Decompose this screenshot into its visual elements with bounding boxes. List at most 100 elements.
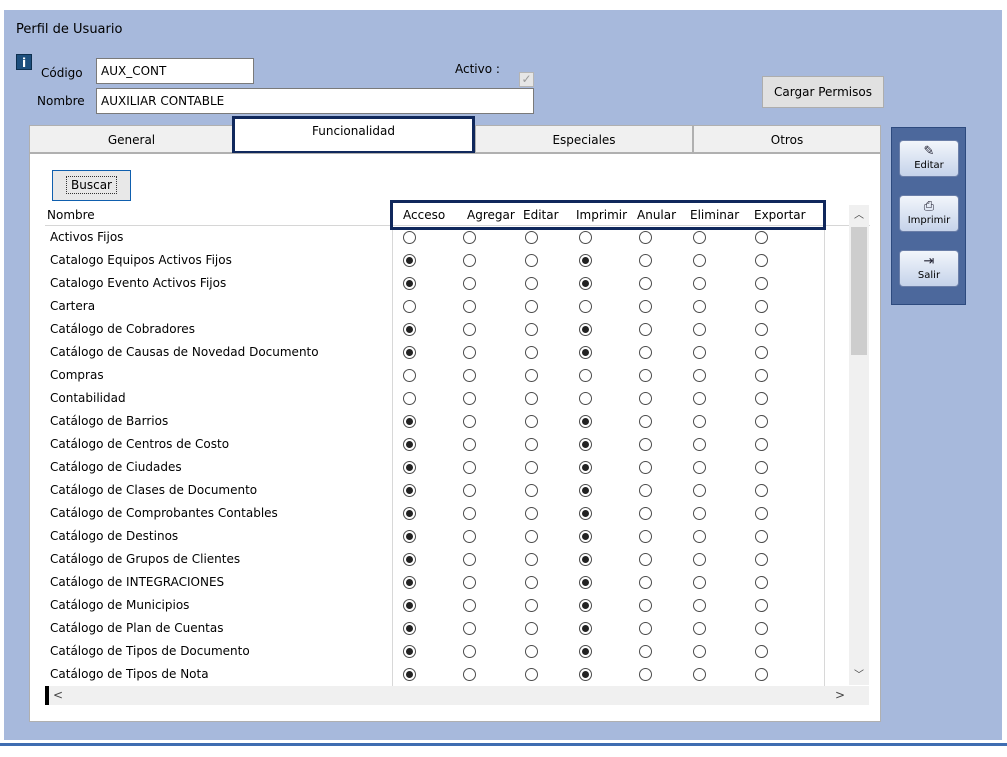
radio-imprimir[interactable] — [579, 415, 592, 428]
nombre-field[interactable]: AUXILIAR CONTABLE — [96, 88, 534, 114]
table-row[interactable]: Catálogo de Tipos de Nota — [45, 663, 850, 686]
radio-agregar[interactable] — [463, 392, 476, 405]
table-row[interactable]: Cartera — [45, 295, 850, 318]
radio-eliminar[interactable] — [693, 484, 706, 497]
radio-agregar[interactable] — [463, 300, 476, 313]
radio-anular[interactable] — [639, 415, 652, 428]
table-row[interactable]: Catálogo de Barrios — [45, 410, 850, 433]
radio-acceso[interactable] — [403, 438, 416, 451]
radio-editar[interactable] — [525, 415, 538, 428]
radio-eliminar[interactable] — [693, 507, 706, 520]
radio-acceso[interactable] — [403, 530, 416, 543]
radio-imprimir[interactable] — [579, 553, 592, 566]
radio-acceso[interactable] — [403, 346, 416, 359]
radio-exportar[interactable] — [755, 438, 768, 451]
table-row[interactable]: Catalogo Evento Activos Fijos — [45, 272, 850, 295]
scroll-left-icon[interactable]: < — [53, 686, 63, 705]
radio-acceso[interactable] — [403, 415, 416, 428]
radio-anular[interactable] — [639, 300, 652, 313]
radio-agregar[interactable] — [463, 484, 476, 497]
buscar-button[interactable]: Buscar — [52, 170, 131, 201]
radio-imprimir[interactable] — [579, 323, 592, 336]
radio-acceso[interactable] — [403, 323, 416, 336]
tab-especiales[interactable]: Especiales — [475, 125, 693, 153]
radio-acceso[interactable] — [403, 277, 416, 290]
radio-agregar[interactable] — [463, 231, 476, 244]
radio-imprimir[interactable] — [579, 392, 592, 405]
radio-agregar[interactable] — [463, 553, 476, 566]
horizontal-scrollbar[interactable]: < > — [45, 686, 869, 705]
radio-editar[interactable] — [525, 392, 538, 405]
radio-editar[interactable] — [525, 576, 538, 589]
radio-anular[interactable] — [639, 323, 652, 336]
radio-acceso[interactable] — [403, 645, 416, 658]
radio-eliminar[interactable] — [693, 277, 706, 290]
radio-agregar[interactable] — [463, 415, 476, 428]
radio-editar[interactable] — [525, 323, 538, 336]
table-row[interactable]: Catálogo de Tipos de Documento — [45, 640, 850, 663]
radio-anular[interactable] — [639, 346, 652, 359]
table-row[interactable]: Catálogo de Centros de Costo — [45, 433, 850, 456]
radio-eliminar[interactable] — [693, 346, 706, 359]
radio-exportar[interactable] — [755, 277, 768, 290]
radio-agregar[interactable] — [463, 507, 476, 520]
radio-imprimir[interactable] — [579, 576, 592, 589]
radio-anular[interactable] — [639, 553, 652, 566]
radio-imprimir[interactable] — [579, 622, 592, 635]
imprimir-button[interactable]: ⎙ Imprimir — [899, 195, 959, 232]
radio-anular[interactable] — [639, 507, 652, 520]
radio-exportar[interactable] — [755, 231, 768, 244]
radio-eliminar[interactable] — [693, 622, 706, 635]
radio-exportar[interactable] — [755, 254, 768, 267]
radio-eliminar[interactable] — [693, 254, 706, 267]
radio-anular[interactable] — [639, 645, 652, 658]
radio-editar[interactable] — [525, 484, 538, 497]
radio-acceso[interactable] — [403, 507, 416, 520]
radio-anular[interactable] — [639, 484, 652, 497]
radio-imprimir[interactable] — [579, 461, 592, 474]
radio-exportar[interactable] — [755, 622, 768, 635]
radio-imprimir[interactable] — [579, 530, 592, 543]
radio-editar[interactable] — [525, 461, 538, 474]
radio-editar[interactable] — [525, 599, 538, 612]
radio-acceso[interactable] — [403, 622, 416, 635]
table-row[interactable]: Catálogo de INTEGRACIONES — [45, 571, 850, 594]
radio-anular[interactable] — [639, 392, 652, 405]
radio-anular[interactable] — [639, 530, 652, 543]
radio-eliminar[interactable] — [693, 300, 706, 313]
codigo-field[interactable]: AUX_CONT — [96, 58, 254, 84]
radio-eliminar[interactable] — [693, 461, 706, 474]
table-row[interactable]: Catálogo de Municipios — [45, 594, 850, 617]
radio-exportar[interactable] — [755, 461, 768, 474]
table-row[interactable]: Catálogo de Clases de Documento — [45, 479, 850, 502]
radio-acceso[interactable] — [403, 231, 416, 244]
radio-exportar[interactable] — [755, 507, 768, 520]
radio-agregar[interactable] — [463, 277, 476, 290]
radio-acceso[interactable] — [403, 254, 416, 267]
radio-anular[interactable] — [639, 668, 652, 681]
radio-imprimir[interactable] — [579, 645, 592, 658]
radio-eliminar[interactable] — [693, 668, 706, 681]
radio-agregar[interactable] — [463, 645, 476, 658]
radio-eliminar[interactable] — [693, 530, 706, 543]
radio-exportar[interactable] — [755, 553, 768, 566]
radio-acceso[interactable] — [403, 576, 416, 589]
table-row[interactable]: Contabilidad — [45, 387, 850, 410]
scroll-up-icon[interactable]: ︿ — [849, 208, 869, 224]
radio-anular[interactable] — [639, 369, 652, 382]
radio-exportar[interactable] — [755, 576, 768, 589]
radio-exportar[interactable] — [755, 323, 768, 336]
radio-agregar[interactable] — [463, 346, 476, 359]
radio-imprimir[interactable] — [579, 507, 592, 520]
radio-acceso[interactable] — [403, 461, 416, 474]
table-row[interactable]: Compras — [45, 364, 850, 387]
radio-imprimir[interactable] — [579, 599, 592, 612]
radio-acceso[interactable] — [403, 599, 416, 612]
radio-agregar[interactable] — [463, 599, 476, 612]
radio-anular[interactable] — [639, 277, 652, 290]
radio-exportar[interactable] — [755, 645, 768, 658]
radio-imprimir[interactable] — [579, 438, 592, 451]
radio-acceso[interactable] — [403, 392, 416, 405]
radio-exportar[interactable] — [755, 599, 768, 612]
radio-agregar[interactable] — [463, 254, 476, 267]
